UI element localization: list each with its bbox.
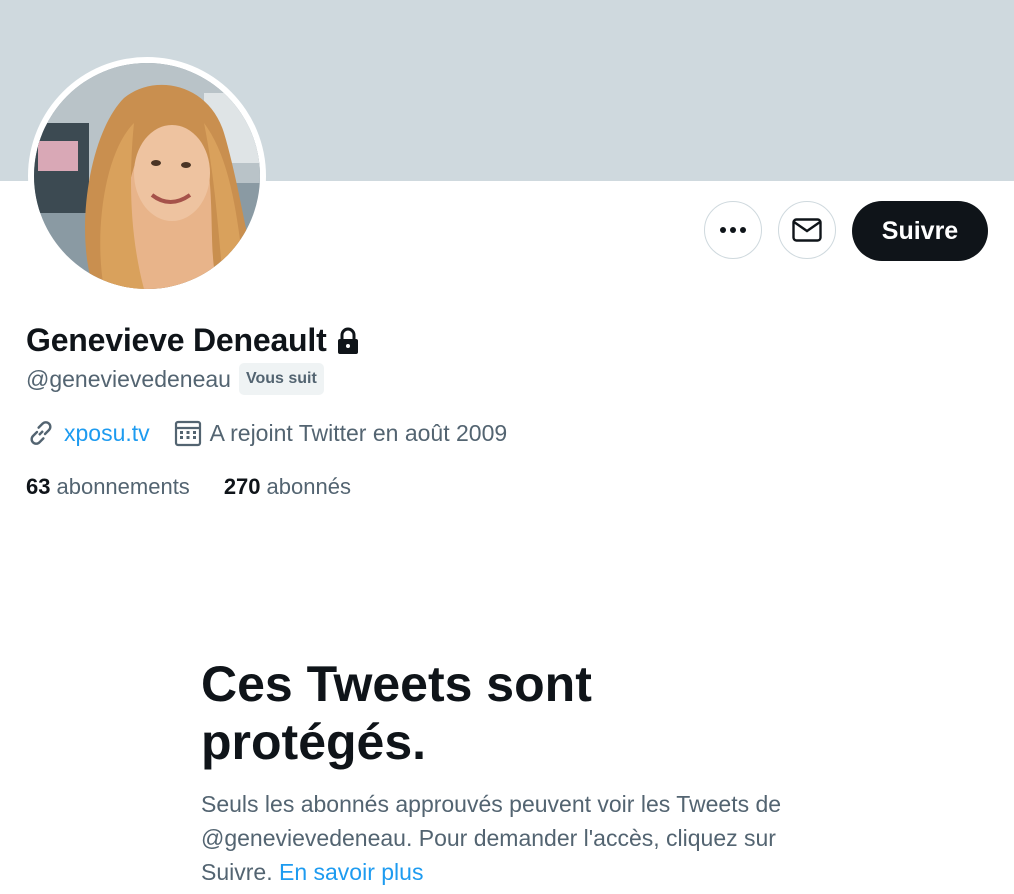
joined-item: A rejoint Twitter en août 2009: [174, 419, 508, 447]
avatar-photo: [34, 63, 260, 289]
follow-button[interactable]: Suivre: [852, 201, 988, 261]
followers-stat[interactable]: 270 abonnés: [224, 474, 351, 500]
following-label: abonnements: [56, 474, 190, 499]
profile-page: Suivre Genevieve Deneault @genevievedene…: [0, 0, 1014, 894]
protected-description: Seuls les abonnés approuvés peuvent voir…: [201, 787, 831, 889]
envelope-icon: [792, 218, 822, 242]
display-name: Genevieve Deneault: [26, 322, 327, 358]
profile-meta: xposu.tv A rejoint Twitter en août 2009: [26, 418, 531, 448]
lock-icon: [337, 327, 358, 354]
followers-label: abonnés: [266, 474, 351, 499]
follows-you-badge: Vous suit: [238, 363, 324, 395]
follow-stats: 63 abonnements 270 abonnés: [26, 474, 385, 500]
protected-title: Ces Tweets sont protégés.: [201, 656, 592, 770]
following-count: 63: [26, 474, 51, 499]
handle: @genevievedeneau: [26, 365, 231, 392]
website-link[interactable]: xposu.tv: [64, 420, 150, 447]
protected-tweets-notice: Ces Tweets sont protégés. Seuls les abon…: [201, 655, 841, 889]
link-icon: [30, 421, 52, 445]
message-button[interactable]: [778, 201, 836, 259]
more-icon: [720, 227, 746, 233]
joined-date: A rejoint Twitter en août 2009: [209, 419, 508, 446]
website-item: xposu.tv: [26, 418, 150, 448]
followers-count: 270: [223, 474, 261, 499]
avatar[interactable]: [28, 57, 266, 295]
learn-more-link[interactable]: En savoir plus: [279, 859, 423, 885]
following-stat[interactable]: 63 abonnements: [26, 474, 190, 500]
calendar-icon: [174, 420, 201, 447]
handle-row: @genevievedeneau Vous suit: [26, 363, 324, 395]
more-options-button[interactable]: [704, 201, 762, 259]
name-row: Genevieve Deneault: [26, 322, 363, 359]
